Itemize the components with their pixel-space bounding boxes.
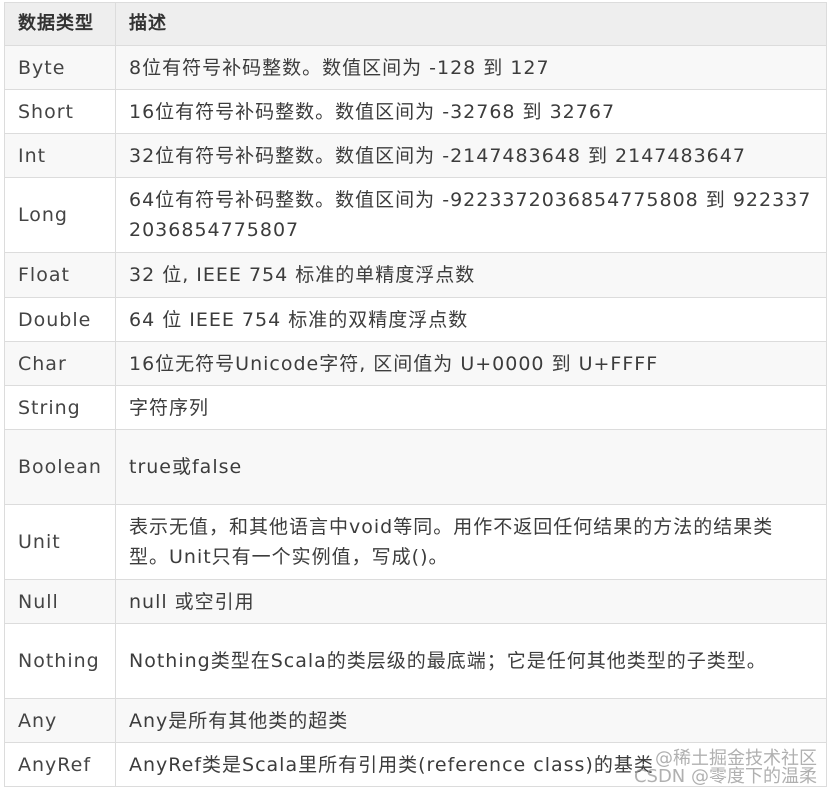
type-cell: Boolean (4, 429, 116, 505)
table-row: Byte 8位有符号补码整数。数值区间为 -128 到 127 (4, 45, 827, 90)
data-types-table: 数据类型 描述 Byte 8位有符号补码整数。数值区间为 -128 到 127 … (4, 2, 827, 787)
table-row: Double 64 位 IEEE 754 标准的双精度浮点数 (4, 297, 827, 342)
type-cell: Char (4, 341, 116, 386)
description-cell: 64 位 IEEE 754 标准的双精度浮点数 (115, 297, 827, 342)
description-cell: 32位有符号补码整数。数值区间为 -2147483648 到 214748364… (115, 133, 827, 178)
type-cell: Nothing (4, 623, 116, 699)
type-cell: Int (4, 133, 116, 178)
table-row: Char 16位无符号Unicode字符, 区间值为 U+0000 到 U+FF… (4, 341, 827, 386)
description-cell: AnyRef类是Scala里所有引用类(reference class)的基类 (115, 742, 827, 787)
header-type: 数据类型 (4, 2, 116, 46)
type-cell: Unit (4, 504, 116, 580)
table-row: Unit 表示无值，和其他语言中void等同。用作不返回任何结果的方法的结果类型… (4, 504, 827, 580)
description-cell: 16位无符号Unicode字符, 区间值为 U+0000 到 U+FFFF (115, 341, 827, 386)
description-cell: 8位有符号补码整数。数值区间为 -128 到 127 (115, 45, 827, 90)
table-row: AnyRef AnyRef类是Scala里所有引用类(reference cla… (4, 742, 827, 787)
description-cell: Nothing类型在Scala的类层级的最底端；它是任何其他类型的子类型。 (115, 623, 827, 699)
description-cell: 16位有符号补码整数。数值区间为 -32768 到 32767 (115, 89, 827, 134)
table-header-row: 数据类型 描述 (4, 2, 827, 46)
table-row: Float 32 位, IEEE 754 标准的单精度浮点数 (4, 252, 827, 298)
description-cell: 64位有符号补码整数。数值区间为 -9223372036854775808 到 … (115, 177, 827, 253)
type-cell: Short (4, 89, 116, 134)
type-cell: Any (4, 698, 116, 743)
table-row: Null null 或空引用 (4, 579, 827, 624)
type-cell: Long (4, 177, 116, 253)
type-cell: String (4, 385, 116, 430)
table-row: Nothing Nothing类型在Scala的类层级的最底端；它是任何其他类型… (4, 623, 827, 699)
table-row: Short 16位有符号补码整数。数值区间为 -32768 到 32767 (4, 89, 827, 134)
type-cell: Byte (4, 45, 116, 90)
description-cell: 字符序列 (115, 385, 827, 430)
table-row: Any Any是所有其他类的超类 (4, 698, 827, 743)
type-cell: Double (4, 297, 116, 342)
header-description: 描述 (115, 2, 827, 46)
description-cell: true或false (115, 429, 827, 505)
table-row: Boolean true或false (4, 429, 827, 505)
description-cell: 表示无值，和其他语言中void等同。用作不返回任何结果的方法的结果类型。Unit… (115, 504, 827, 580)
type-cell: AnyRef (4, 742, 116, 787)
data-types-table-container: 数据类型 描述 Byte 8位有符号补码整数。数值区间为 -128 到 127 … (4, 2, 827, 787)
table-row: Long 64位有符号补码整数。数值区间为 -92233720368547758… (4, 177, 827, 253)
description-cell: 32 位, IEEE 754 标准的单精度浮点数 (115, 252, 827, 298)
description-cell: Any是所有其他类的超类 (115, 698, 827, 743)
description-cell: null 或空引用 (115, 579, 827, 624)
type-cell: Null (4, 579, 116, 624)
type-cell: Float (4, 252, 116, 298)
table-row: String 字符序列 (4, 385, 827, 430)
table-row: Int 32位有符号补码整数。数值区间为 -2147483648 到 21474… (4, 133, 827, 178)
